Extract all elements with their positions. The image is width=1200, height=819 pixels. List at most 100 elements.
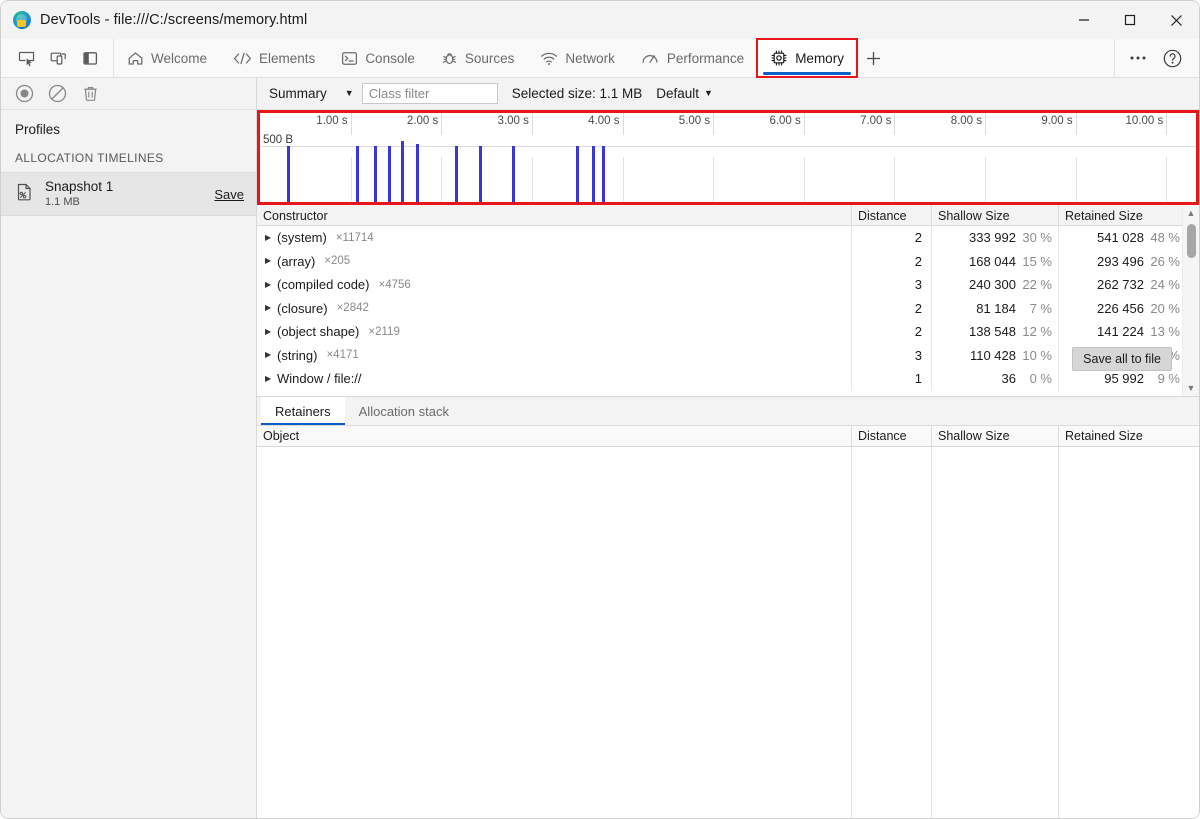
expand-triangle-icon[interactable]: ▶ bbox=[265, 281, 276, 289]
x-gridline bbox=[1076, 157, 1077, 202]
scroll-up-arrow-icon[interactable]: ▲ bbox=[1187, 205, 1196, 221]
retainers-body bbox=[257, 447, 1199, 818]
column-header-distance[interactable]: Distance bbox=[852, 205, 932, 226]
snapshot-texts: Snapshot 1 1.1 MB bbox=[45, 179, 204, 209]
column-header-shallow-size[interactable]: Shallow Size bbox=[932, 205, 1059, 226]
retained-size-percent: 24 % bbox=[1144, 277, 1180, 292]
close-button[interactable] bbox=[1153, 1, 1199, 39]
expand-triangle-icon[interactable]: ▶ bbox=[265, 304, 276, 312]
column-header-object[interactable]: Object bbox=[257, 426, 852, 446]
x-axis-tick: 3.00 s bbox=[532, 113, 533, 135]
table-row[interactable]: ▶(object shape)×21192138 54812 %141 2241… bbox=[257, 320, 1199, 344]
x-axis-tick-label: 7.00 s bbox=[860, 115, 891, 127]
table-row[interactable]: ▶Window / file://1360 %95 9929 % bbox=[257, 367, 1199, 391]
retained-size-percent: 48 % bbox=[1144, 230, 1180, 245]
retained-size-value: 141 224 bbox=[1097, 324, 1144, 339]
cell-distance: 2 bbox=[852, 250, 932, 274]
x-axis-tick: 1.00 s bbox=[351, 113, 352, 135]
x-axis-tick: 7.00 s bbox=[894, 113, 895, 135]
cell-retained-size: 226 45620 % bbox=[1059, 297, 1186, 321]
x-gridline bbox=[1166, 157, 1167, 202]
allocation-bar bbox=[592, 146, 595, 202]
expand-triangle-icon[interactable]: ▶ bbox=[265, 328, 276, 336]
dock-side-button[interactable] bbox=[75, 44, 105, 72]
expand-triangle-icon[interactable]: ▶ bbox=[265, 234, 276, 242]
constructor-name: (array) bbox=[277, 254, 315, 269]
expand-triangle-icon[interactable]: ▶ bbox=[265, 351, 276, 359]
table-vertical-scrollbar[interactable]: ▲ ▼ bbox=[1182, 205, 1199, 396]
column-header-distance[interactable]: Distance bbox=[852, 426, 932, 446]
tab-allocation-stack[interactable]: Allocation stack bbox=[345, 397, 463, 425]
shallow-size-value: 240 300 bbox=[969, 277, 1016, 292]
scrollbar-thumb[interactable] bbox=[1187, 224, 1196, 258]
tab-label: Welcome bbox=[151, 51, 207, 66]
tab-console[interactable]: Console bbox=[328, 39, 428, 77]
save-all-to-file-button[interactable]: Save all to file bbox=[1072, 347, 1172, 371]
cell-shallow-size: 168 04415 % bbox=[932, 250, 1059, 274]
cell-distance: 3 bbox=[852, 273, 932, 297]
column-header-constructor[interactable]: Constructor bbox=[257, 205, 852, 226]
view-mode-select[interactable]: Summary ▼ bbox=[265, 86, 362, 101]
retainers-header-row: Object Distance Shallow Size Retained Si… bbox=[257, 426, 1199, 447]
trash-icon[interactable] bbox=[81, 84, 100, 103]
cell-constructor: ▶(object shape)×2119 bbox=[257, 320, 852, 344]
x-axis-tick-label: 4.00 s bbox=[588, 115, 619, 127]
inspect-element-button[interactable] bbox=[11, 44, 41, 72]
table-row[interactable]: ▶(array)×2052168 04415 %293 49626 % bbox=[257, 250, 1199, 274]
constructor-count: ×4756 bbox=[379, 279, 411, 291]
save-snapshot-link[interactable]: Save bbox=[214, 187, 248, 202]
maximize-button[interactable] bbox=[1107, 1, 1153, 39]
console-terminal-icon bbox=[341, 50, 358, 67]
allocation-bar bbox=[602, 146, 605, 202]
cell-constructor: ▶(system)×11714 bbox=[257, 226, 852, 250]
add-panel-button[interactable] bbox=[857, 39, 891, 77]
expand-triangle-icon[interactable]: ▶ bbox=[265, 257, 276, 265]
snapshot-percent-file-icon bbox=[13, 181, 35, 208]
x-gridline bbox=[351, 157, 352, 202]
tab-network[interactable]: Network bbox=[527, 39, 628, 77]
column-header-retained-size[interactable]: Retained Size bbox=[1059, 205, 1186, 226]
constructor-count: ×11714 bbox=[336, 232, 374, 244]
minimize-button[interactable] bbox=[1061, 1, 1107, 39]
allocation-bar bbox=[356, 146, 359, 202]
constructor-table: Constructor Distance Shallow Size Retain… bbox=[257, 205, 1199, 397]
snapshot-title: Snapshot 1 bbox=[45, 179, 204, 195]
shallow-size-percent: 10 % bbox=[1016, 348, 1052, 363]
table-row[interactable]: ▶(system)×117142333 99230 %541 02848 % bbox=[257, 226, 1199, 250]
x-axis-tick: 5.00 s bbox=[713, 113, 714, 135]
table-row[interactable]: ▶(closure)×2842281 1847 %226 45620 % bbox=[257, 297, 1199, 321]
scroll-down-arrow-icon[interactable]: ▼ bbox=[1187, 380, 1196, 396]
shallow-size-value: 168 044 bbox=[969, 254, 1016, 269]
tab-sources[interactable]: Sources bbox=[428, 39, 528, 77]
shallow-size-value: 333 992 bbox=[969, 230, 1016, 245]
constructor-name: Window / file:// bbox=[277, 371, 362, 386]
expand-triangle-icon[interactable]: ▶ bbox=[265, 375, 276, 383]
base-snapshot-select[interactable]: Default ▼ bbox=[656, 86, 713, 101]
help-button[interactable] bbox=[1157, 44, 1187, 72]
tab-elements[interactable]: Elements bbox=[220, 39, 328, 77]
tab-memory[interactable]: Memory bbox=[757, 39, 857, 77]
view-mode-label: Summary bbox=[269, 86, 327, 101]
tab-performance[interactable]: Performance bbox=[628, 39, 757, 77]
x-axis-tick: 6.00 s bbox=[804, 113, 805, 135]
table-header-row: Constructor Distance Shallow Size Retain… bbox=[257, 205, 1199, 226]
device-emulation-button[interactable] bbox=[43, 44, 73, 72]
column-header-retained-size[interactable]: Retained Size bbox=[1059, 426, 1186, 446]
tab-retainers[interactable]: Retainers bbox=[261, 397, 345, 425]
tab-welcome[interactable]: Welcome bbox=[114, 39, 220, 77]
list-item[interactable]: Snapshot 1 1.1 MB Save bbox=[1, 172, 256, 216]
record-button[interactable] bbox=[15, 84, 34, 103]
window-title: DevTools - file:///C:/screens/memory.htm… bbox=[40, 12, 307, 28]
cell-constructor: ▶(compiled code)×4756 bbox=[257, 273, 852, 297]
table-row[interactable]: ▶(string)×41713110 42810 %110 46810 % bbox=[257, 344, 1199, 368]
tab-label: Network bbox=[565, 51, 615, 66]
cell-retained-size: 293 49626 % bbox=[1059, 250, 1186, 274]
edge-devtools-logo-icon bbox=[13, 11, 31, 29]
devtools-tab-strip: Welcome Elements Console Sources bbox=[1, 39, 1199, 78]
class-filter-input[interactable] bbox=[362, 83, 498, 104]
table-row[interactable]: ▶(compiled code)×47563240 30022 %262 732… bbox=[257, 273, 1199, 297]
column-header-shallow-size[interactable]: Shallow Size bbox=[932, 426, 1059, 446]
clear-button[interactable] bbox=[48, 84, 67, 103]
more-tools-button[interactable] bbox=[1123, 44, 1153, 72]
allocation-timeline-chart[interactable]: 1.00 s2.00 s3.00 s4.00 s5.00 s6.00 s7.00… bbox=[257, 110, 1199, 205]
